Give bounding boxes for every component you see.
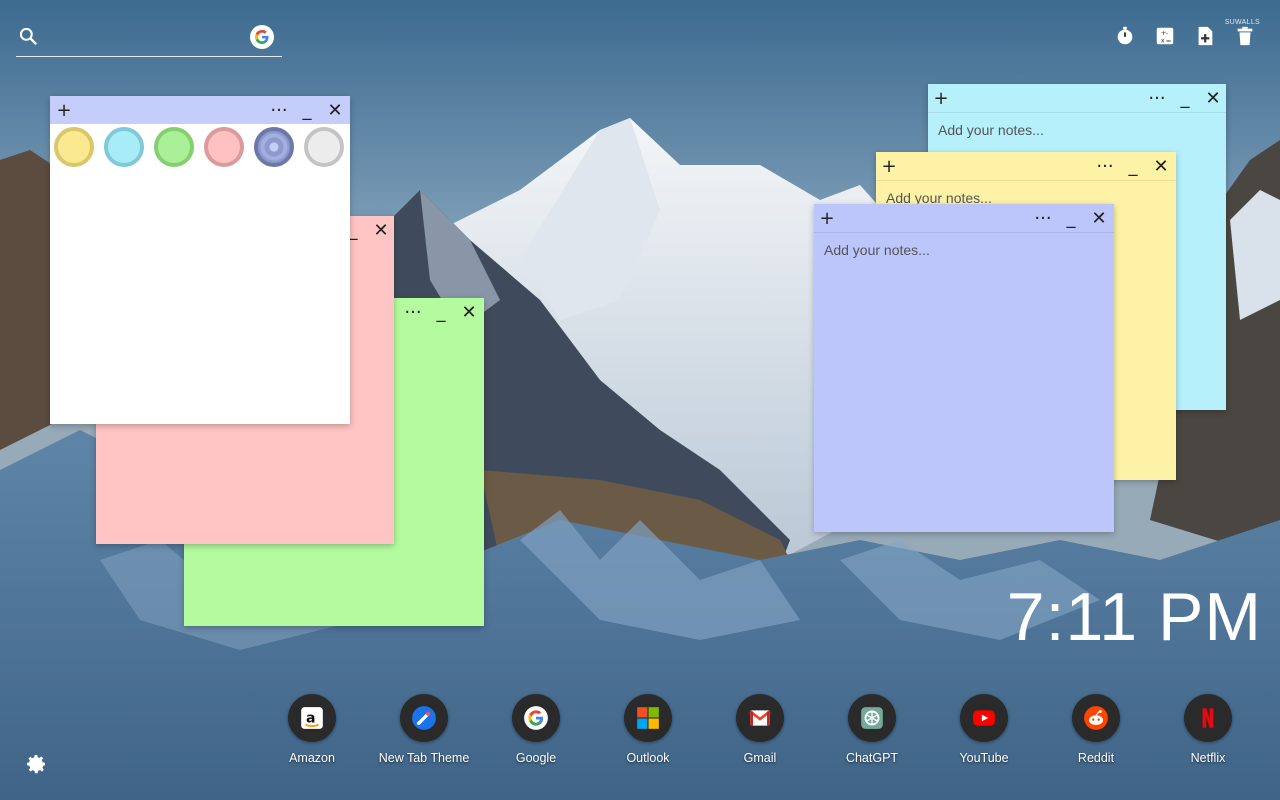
sticky-note-color-picker[interactable]: + ··· _ ✕ <box>50 96 350 424</box>
note-menu-button[interactable]: ··· <box>1094 152 1116 180</box>
swatch-cyan[interactable] <box>104 127 144 167</box>
timer-icon[interactable] <box>1114 22 1136 50</box>
shortcut-label: Google <box>515 751 557 765</box>
swatch-yellow[interactable] <box>54 127 94 167</box>
google-search-icon[interactable] <box>250 25 274 49</box>
shortcut-label: Outlook <box>626 751 670 765</box>
clock: 7:11 PM <box>1006 579 1262 655</box>
settings-gear-icon[interactable] <box>24 752 48 776</box>
note-text-area[interactable]: Add your notes... <box>824 242 1104 522</box>
shortcut-label: YouTube <box>959 751 1009 765</box>
app-dock: a Amazon New Tab Theme Google Outlook Gm… <box>0 694 1280 774</box>
outlook-icon <box>624 694 672 742</box>
gmail-icon <box>736 694 784 742</box>
note-close-button[interactable]: ✕ <box>458 298 480 326</box>
note-menu-button[interactable]: ··· <box>1032 204 1054 232</box>
note-minimize-button[interactable]: _ <box>1174 84 1196 112</box>
note-divider <box>814 232 1114 233</box>
calculator-icon[interactable]: + - x = <box>1154 22 1176 50</box>
note-menu-button[interactable]: ··· <box>268 96 290 124</box>
note-minimize-button[interactable]: _ <box>1060 204 1082 232</box>
color-swatches <box>50 124 350 174</box>
note-minimize-button[interactable]: _ <box>430 298 452 326</box>
shortcut-gmail[interactable]: Gmail <box>704 694 816 765</box>
youtube-icon <box>960 694 1008 742</box>
note-toolbar: + ··· _ ✕ <box>814 204 1114 232</box>
note-minimize-button[interactable]: _ <box>296 96 318 124</box>
note-close-button[interactable]: ✕ <box>1088 204 1110 232</box>
note-menu-button[interactable]: ··· <box>402 298 424 326</box>
note-add-button[interactable]: + <box>930 84 952 112</box>
shortcut-outlook[interactable]: Outlook <box>592 694 704 765</box>
shortcut-label: ChatGPT <box>845 751 899 765</box>
swatch-pink[interactable] <box>204 127 244 167</box>
note-divider <box>928 112 1226 113</box>
note-toolbar: + ··· _ ✕ <box>928 84 1226 112</box>
sticky-note-lavender[interactable]: + ··· _ ✕ Add your notes... <box>814 204 1114 532</box>
note-close-button[interactable]: ✕ <box>1202 84 1224 112</box>
note-close-button[interactable]: ✕ <box>1150 152 1172 180</box>
search-bar <box>16 18 282 57</box>
svg-text:a: a <box>306 710 316 726</box>
note-add-button[interactable]: + <box>53 96 75 124</box>
shortcut-amazon[interactable]: a Amazon <box>256 694 368 765</box>
search-icon[interactable] <box>18 26 38 46</box>
reddit-icon <box>1072 694 1120 742</box>
svg-text:=: = <box>1166 36 1171 44</box>
search-input[interactable] <box>50 24 254 50</box>
chatgpt-icon <box>848 694 896 742</box>
swatch-lavender[interactable] <box>254 127 294 167</box>
note-close-button[interactable]: ✕ <box>370 216 392 244</box>
shortcut-label: Netflix <box>1190 751 1226 765</box>
new-tab-theme-icon <box>400 694 448 742</box>
netflix-icon <box>1184 694 1232 742</box>
google-icon <box>512 694 560 742</box>
note-menu-button[interactable]: ··· <box>1146 84 1168 112</box>
amazon-icon: a <box>288 694 336 742</box>
swatch-gray[interactable] <box>304 127 344 167</box>
add-note-icon[interactable] <box>1194 22 1216 50</box>
note-minimize-button[interactable]: _ <box>1122 152 1144 180</box>
note-divider <box>876 180 1176 181</box>
note-add-button[interactable]: + <box>816 204 838 232</box>
brand-watermark: SUWALLS <box>1224 19 1260 26</box>
shortcut-label: New Tab Theme <box>378 751 470 765</box>
shortcut-label: Amazon <box>289 751 335 765</box>
shortcut-youtube[interactable]: YouTube <box>928 694 1040 765</box>
trash-icon[interactable] <box>1234 22 1256 50</box>
shortcut-netflix[interactable]: Netflix <box>1152 694 1264 765</box>
shortcut-reddit[interactable]: Reddit <box>1040 694 1152 765</box>
swatch-green[interactable] <box>154 127 194 167</box>
top-toolbar: + - x = <box>1114 22 1256 50</box>
shortcut-new-tab-theme[interactable]: New Tab Theme <box>368 694 480 765</box>
shortcut-google[interactable]: Google <box>480 694 592 765</box>
shortcut-label: Gmail <box>743 751 777 765</box>
shortcut-label: Reddit <box>1077 751 1115 765</box>
svg-text:x: x <box>1161 36 1165 44</box>
note-add-button[interactable]: + <box>878 152 900 180</box>
shortcut-chatgpt[interactable]: ChatGPT <box>816 694 928 765</box>
note-toolbar: + ··· _ ✕ <box>876 152 1176 180</box>
note-close-button[interactable]: ✕ <box>324 96 346 124</box>
note-toolbar: + ··· _ ✕ <box>50 96 350 124</box>
